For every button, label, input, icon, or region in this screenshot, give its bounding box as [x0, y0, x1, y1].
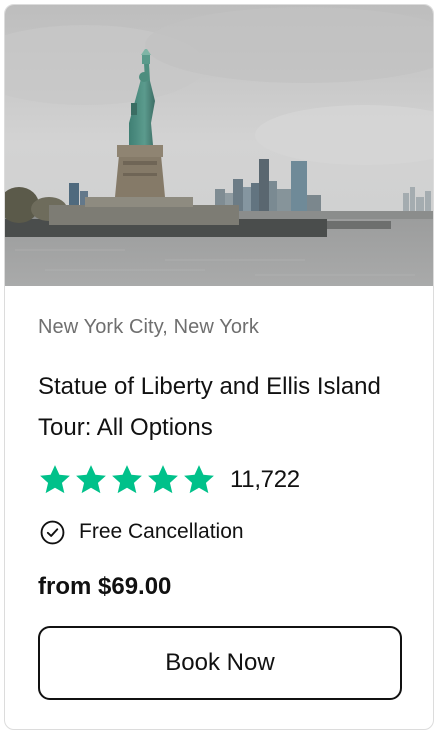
book-now-button[interactable]: Book Now: [38, 626, 402, 700]
tour-photo[interactable]: [5, 5, 433, 286]
tour-card[interactable]: New York City, New York Statue of Libert…: [4, 4, 434, 730]
check-circle-icon: [40, 520, 65, 544]
star-icon: [148, 465, 178, 494]
tour-title[interactable]: Statue of Liberty and Ellis Island Tour:…: [38, 366, 398, 448]
rating-row[interactable]: 11,722: [38, 460, 300, 500]
price: from $69.00: [38, 573, 172, 600]
star-icon: [76, 465, 106, 494]
cancellation-label: Free Cancellation: [79, 520, 244, 543]
star-icon: [40, 465, 70, 494]
review-count: 11,722: [230, 466, 300, 493]
free-cancellation: Free Cancellation: [40, 517, 244, 547]
star-rating: [38, 463, 216, 497]
star-icon: [184, 465, 214, 494]
statue-of-liberty-photo: [5, 5, 433, 286]
tour-location: New York City, New York: [38, 316, 259, 338]
star-icon: [112, 465, 142, 494]
